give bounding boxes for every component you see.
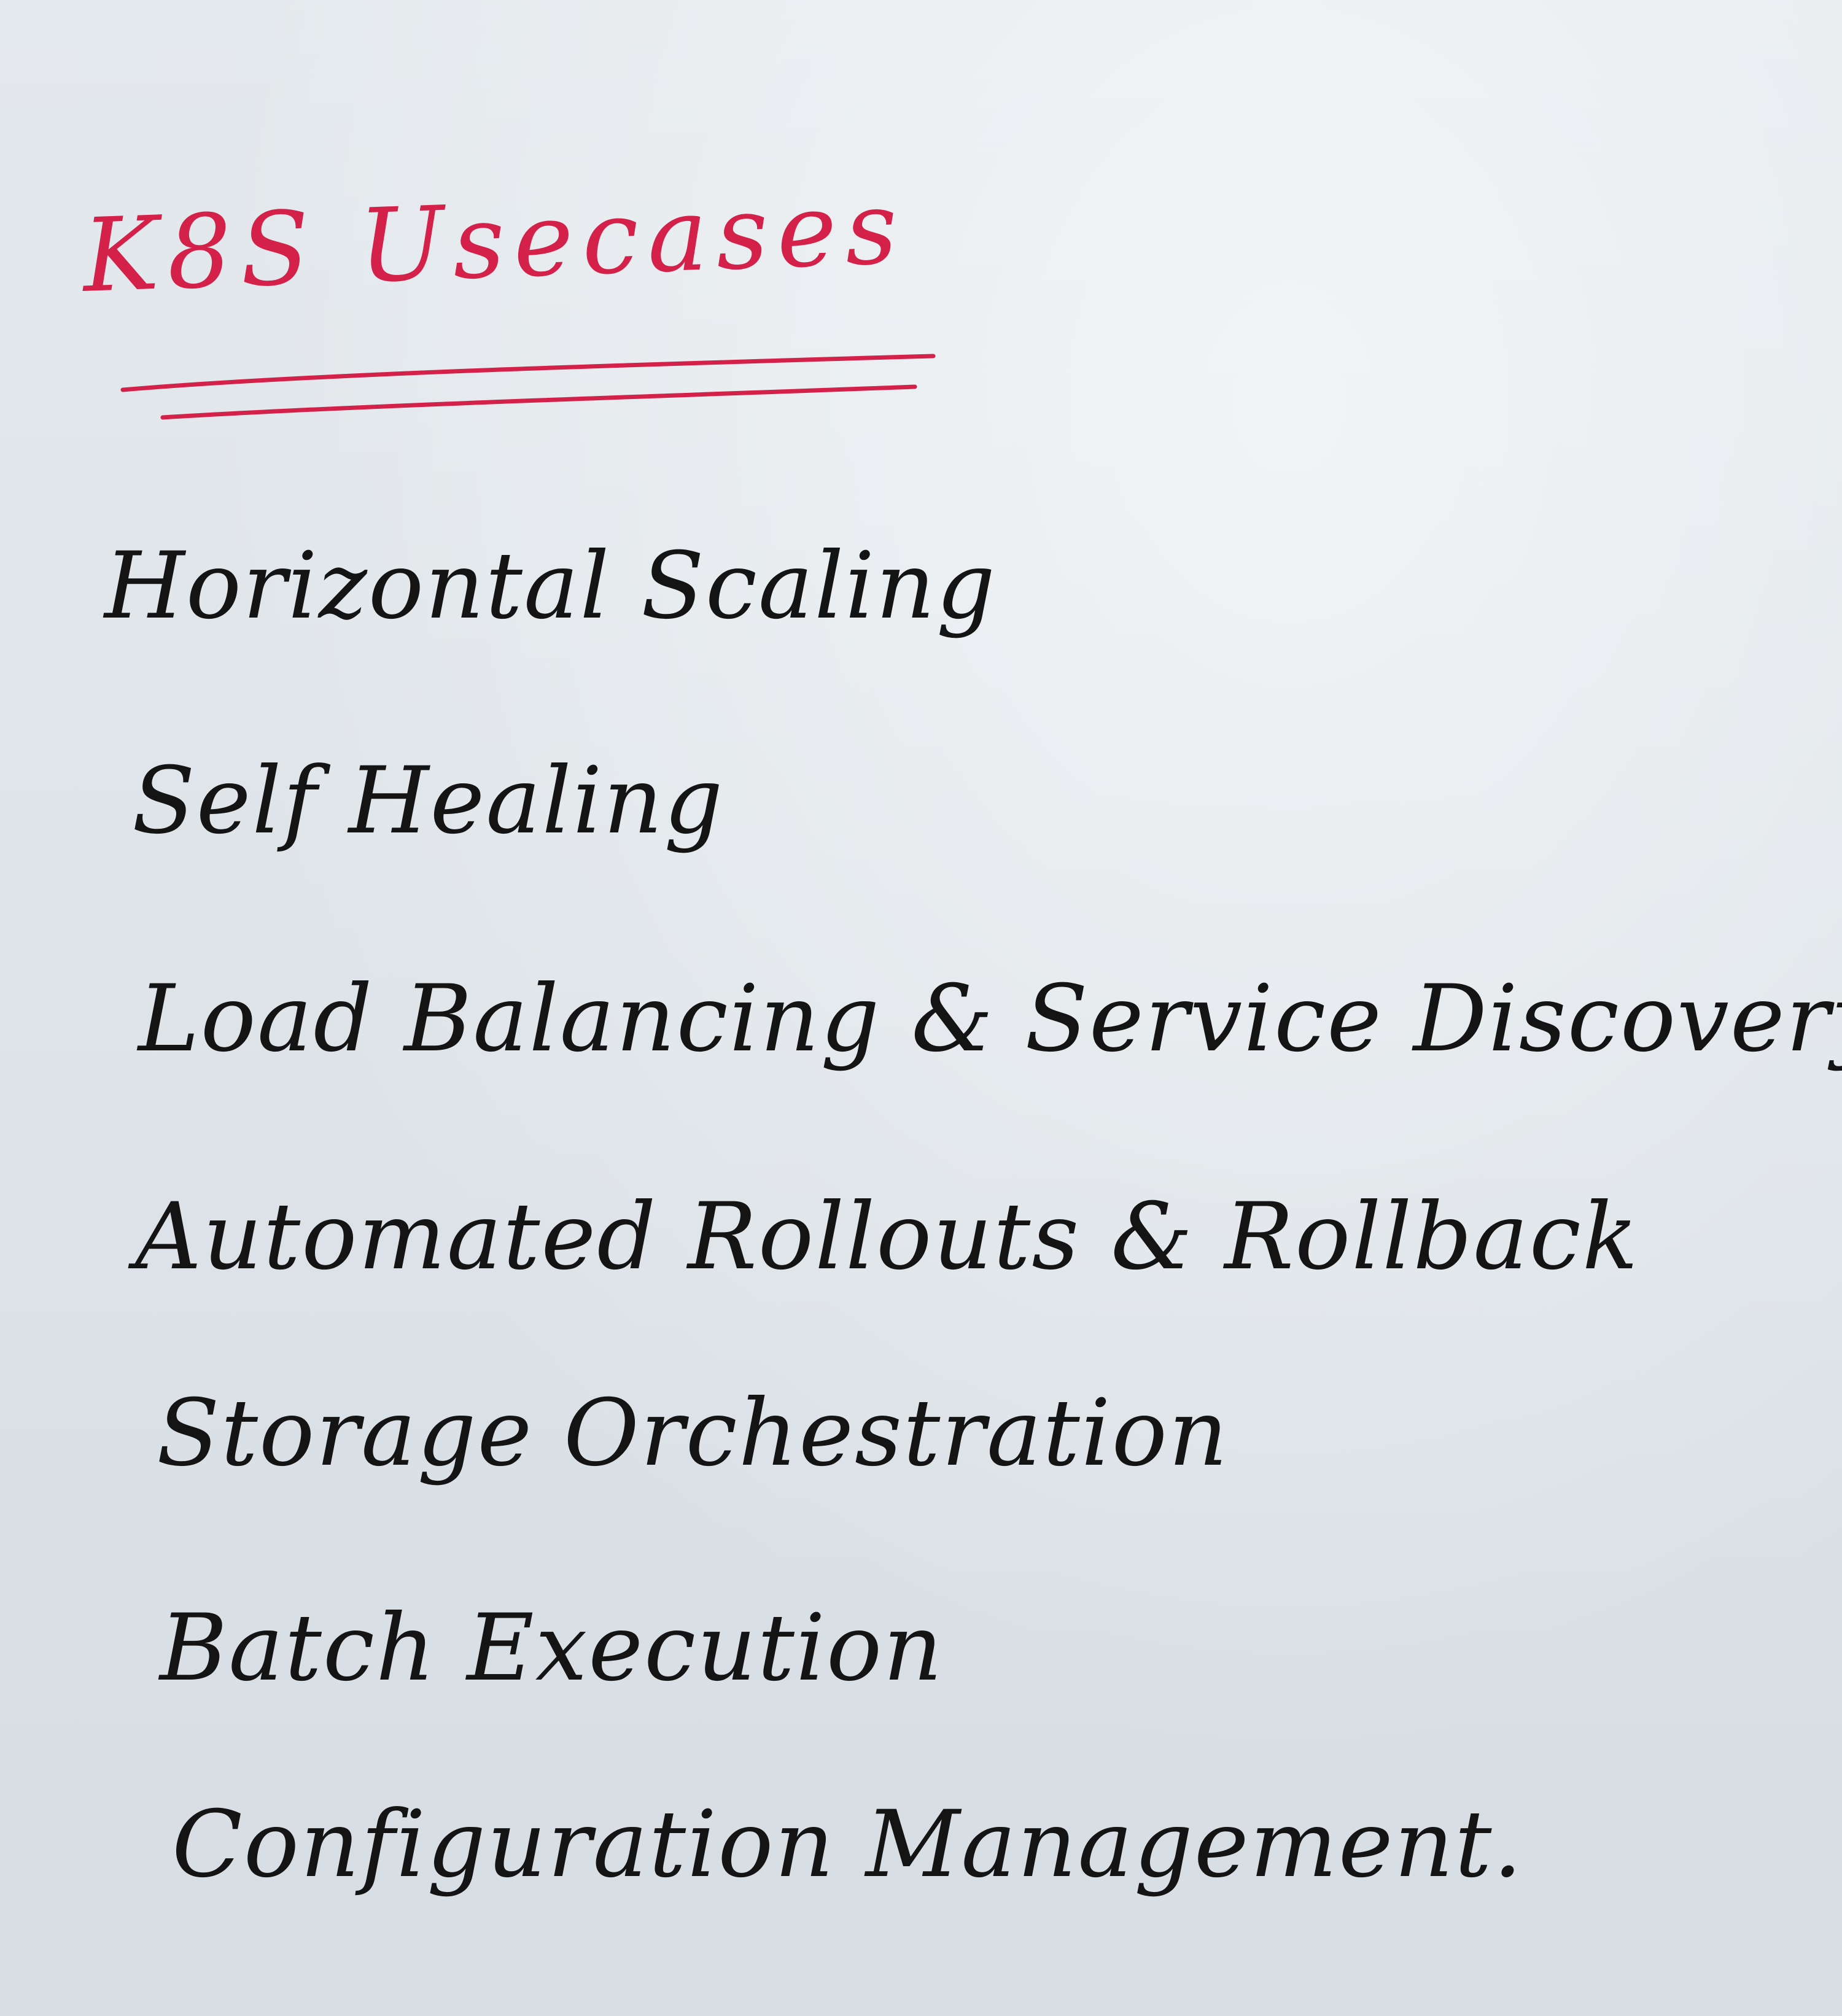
underline-stroke-2 (160, 384, 917, 420)
paper-sheet: K8S Usecases Horizontal Scaling Self Hea… (0, 0, 1842, 2016)
page-title: K8S Usecases (80, 168, 908, 315)
title-underline (120, 354, 936, 420)
list-item: Horizontal Scaling (104, 533, 997, 640)
list-item: Self Healing (132, 748, 725, 855)
list-item: Batch Execution (160, 1595, 944, 1702)
underline-stroke-1 (120, 354, 936, 392)
list-item: Storage Orchestration (157, 1380, 1229, 1487)
list-item: Automated Rollouts & Rollback (135, 1184, 1639, 1290)
list-item: Load Balancing & Service Discovery (138, 966, 1842, 1072)
list-item: Configuration Management. (172, 1791, 1524, 1898)
